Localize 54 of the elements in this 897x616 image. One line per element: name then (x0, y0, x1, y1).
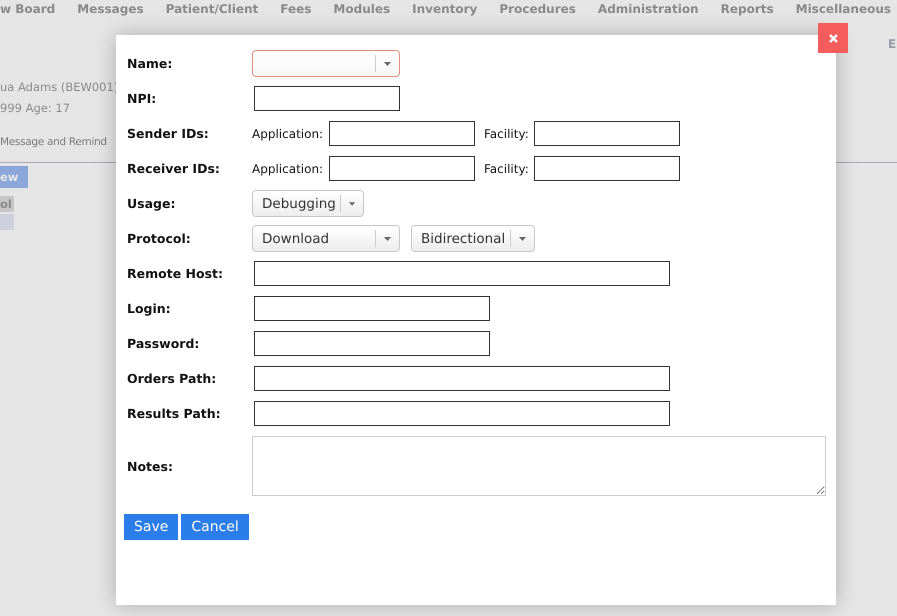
input-field[interactable] (254, 261, 670, 286)
caret-icon (384, 62, 391, 66)
nav-menu-item[interactable]: Fees (280, 2, 312, 22)
input-field[interactable] (254, 86, 400, 111)
field-label: Protocol: (127, 231, 192, 246)
nav-menu-item[interactable]: Patient/Client (166, 2, 258, 22)
nav-menu-item[interactable]: Procedures (499, 2, 576, 22)
facility-label: Facility: (484, 162, 530, 176)
input-field[interactable] (534, 156, 680, 181)
nav-menu-item[interactable]: Miscellaneous (796, 2, 892, 22)
nav-menu-item[interactable]: Messages (77, 2, 144, 22)
close-icon (828, 34, 838, 42)
select-dropdown[interactable]: Download (252, 225, 400, 252)
nav-menu-item[interactable]: w Board (0, 2, 56, 22)
input-field[interactable] (329, 156, 475, 181)
caret-icon (384, 236, 391, 240)
patient-name: ua Adams (BEW001) (0, 79, 118, 96)
application-label: Application: (252, 126, 324, 140)
input-field[interactable] (534, 121, 680, 146)
save-button[interactable]: Save (124, 514, 178, 540)
input-field[interactable] (254, 401, 670, 426)
header-text: E (888, 37, 896, 51)
nav-menu-item[interactable]: Inventory (412, 2, 478, 22)
field-label: Notes: (127, 458, 174, 474)
cancel-button[interactable]: Cancel (181, 514, 249, 540)
field-label: Orders Path: (127, 371, 218, 386)
message-tab[interactable]: Message and Remind (0, 136, 107, 148)
input-field[interactable] (254, 366, 670, 391)
close-button[interactable] (818, 23, 848, 53)
table-header-cell: ol (0, 196, 14, 212)
notes-field[interactable] (252, 436, 826, 496)
select-dropdown[interactable]: Bidirectional (411, 225, 535, 252)
facility-label: Facility: (484, 126, 530, 140)
caret-icon (348, 202, 355, 206)
input-field[interactable] (254, 331, 490, 356)
nav-menu-item[interactable]: Reports (720, 2, 774, 22)
input-field[interactable] (329, 121, 475, 146)
field-label: Password: (127, 336, 200, 351)
caret-icon (519, 236, 526, 240)
patient-details: 999 Age: 17 (0, 100, 70, 117)
field-label: Results Path: (127, 406, 222, 421)
view-button[interactable]: ew (0, 166, 28, 188)
field-label: Receiver IDs: (127, 161, 221, 176)
field-label: Usage: (127, 196, 176, 211)
field-label: Sender IDs: (127, 126, 210, 141)
nav-menu-item[interactable]: Administration (598, 2, 699, 22)
field-label: Login: (127, 301, 172, 316)
field-label: Remote Host: (127, 266, 224, 281)
nav-menu-item[interactable]: Modules (333, 2, 390, 22)
field-label: NPI: (127, 91, 158, 106)
field-label: Name: (127, 56, 174, 71)
application-label: Application: (252, 162, 324, 176)
input-field[interactable] (254, 296, 490, 321)
select-dropdown[interactable]: Debugging (252, 190, 364, 217)
